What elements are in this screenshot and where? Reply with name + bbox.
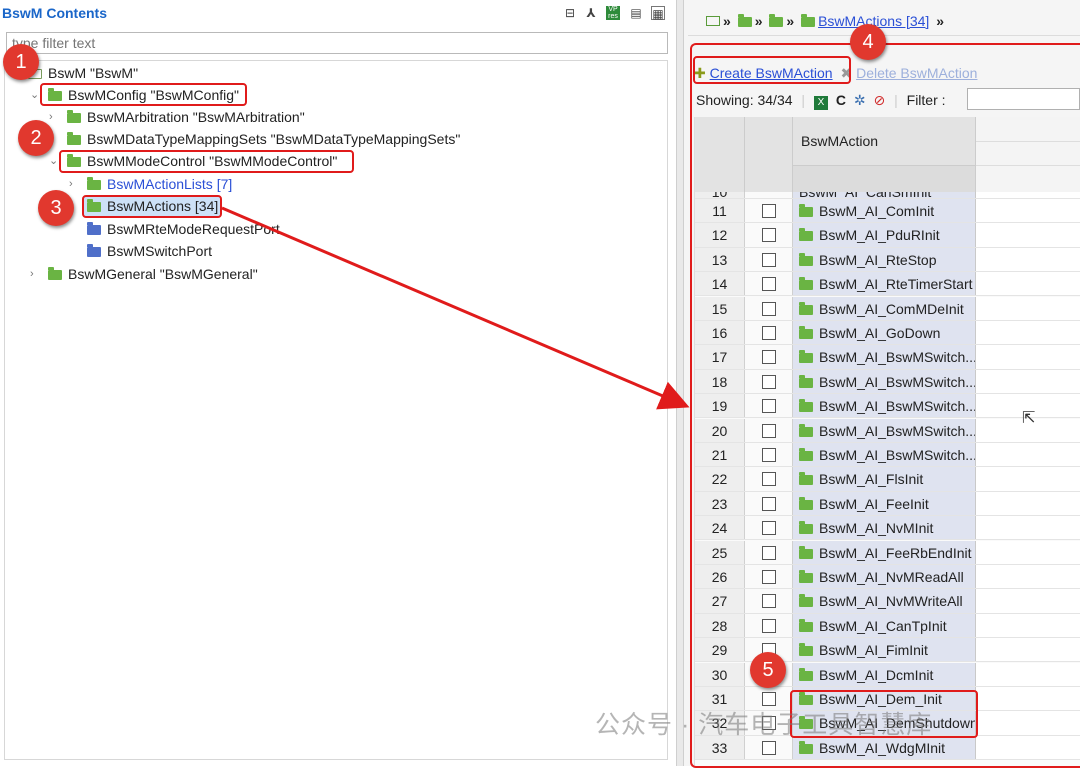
watermark: 公众号 · 汽车电子工具智慧库 bbox=[595, 711, 933, 739]
arrow-annotation bbox=[221, 206, 690, 410]
badge-3: 3 bbox=[38, 190, 74, 226]
badge-4: 4 bbox=[850, 24, 886, 60]
badge-2: 2 bbox=[18, 120, 54, 156]
badge-1: 1 bbox=[3, 44, 39, 80]
badge-5: 5 bbox=[750, 652, 786, 688]
mouse-cursor-icon: ⇱ bbox=[1022, 410, 1036, 427]
